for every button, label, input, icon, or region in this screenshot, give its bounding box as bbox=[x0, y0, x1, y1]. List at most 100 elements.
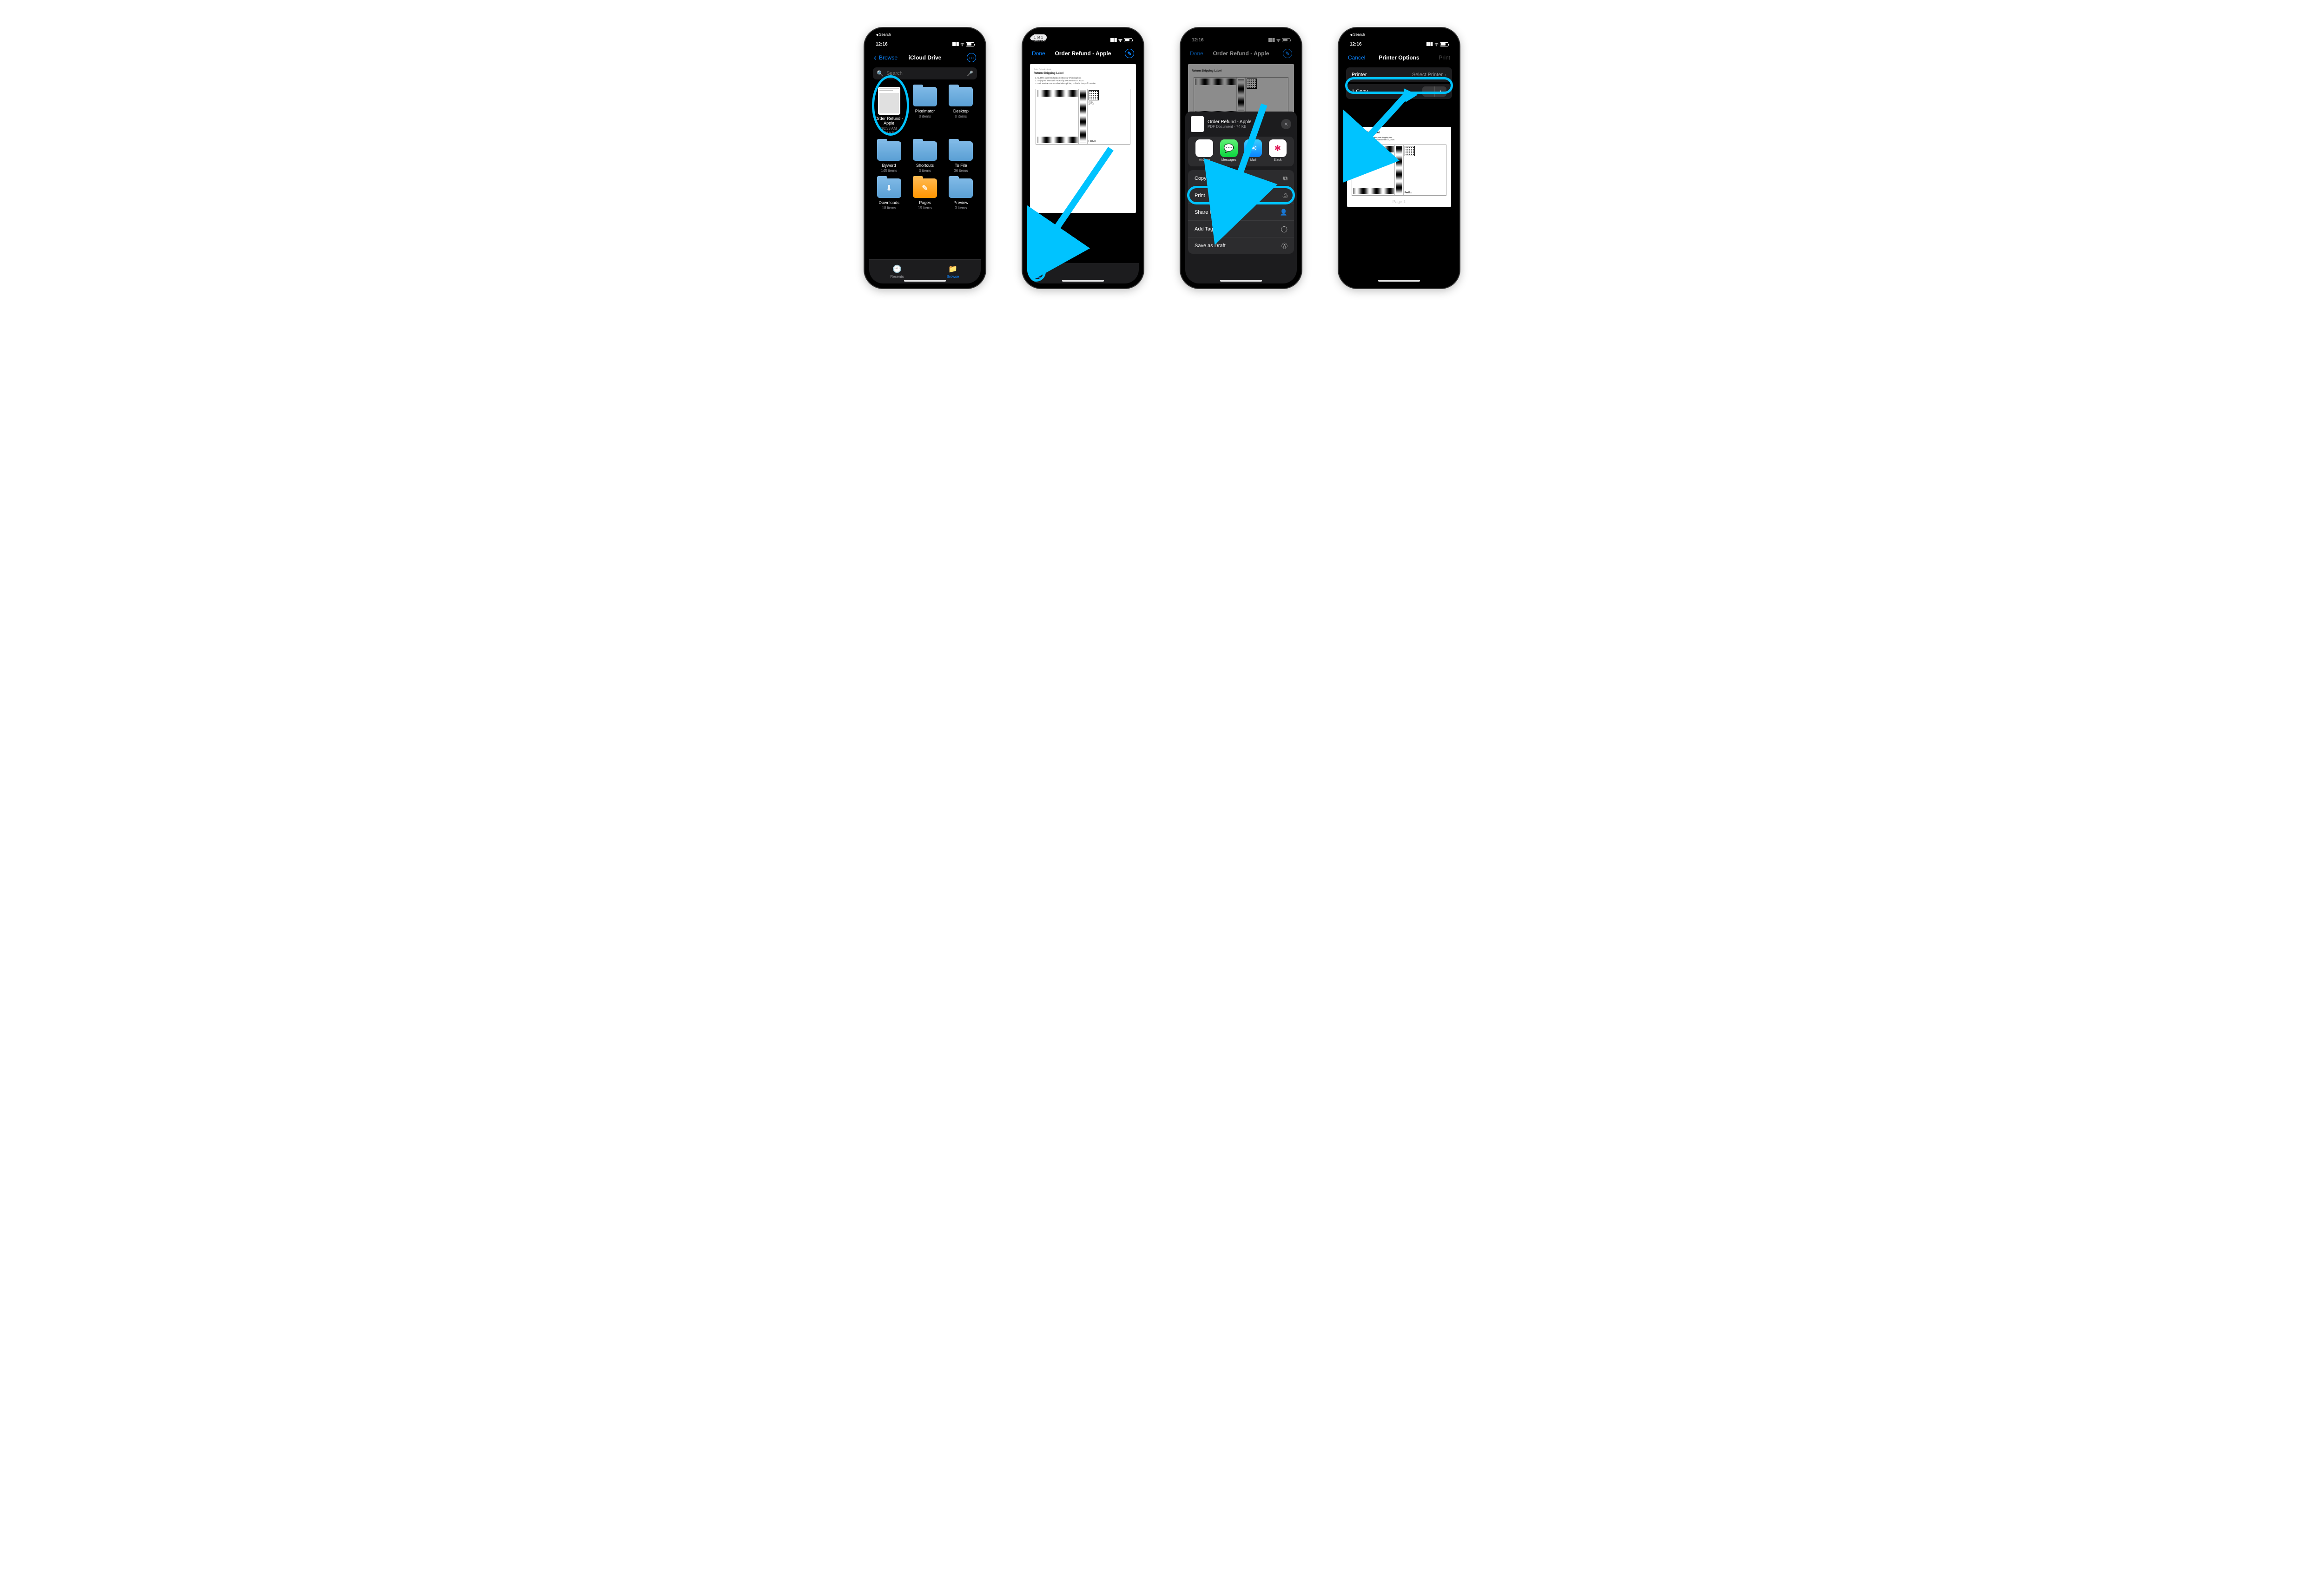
mic-icon[interactable]: 🎤 bbox=[967, 71, 973, 77]
status-bar: 12:16 ᯤ bbox=[1343, 37, 1455, 50]
share-app-slack[interactable]: ✱ Slack bbox=[1268, 139, 1288, 162]
pen-icon: ✎ bbox=[913, 178, 937, 198]
print-page-label: Page 1 bbox=[1350, 199, 1448, 204]
search-input[interactable] bbox=[886, 71, 964, 76]
folder-preview[interactable]: Preview 3 items bbox=[943, 177, 979, 212]
document-icon bbox=[878, 87, 900, 115]
qr-icon bbox=[1089, 90, 1099, 100]
phone-3: 12:16 ᯤ Done Order Refund - Apple ✎ Retu… bbox=[1181, 28, 1301, 288]
signal-icon bbox=[1268, 38, 1275, 42]
folder-byword[interactable]: Byword 145 items bbox=[871, 139, 907, 175]
search-icon: 🔍 bbox=[877, 70, 884, 77]
document-viewer[interactable]: 1 of 1 Order Refund - Apple Return Shipp… bbox=[1027, 61, 1139, 263]
file-size: 74 KB bbox=[884, 131, 894, 136]
action-copy[interactable]: Copy ⧉ bbox=[1188, 170, 1294, 187]
home-indicator[interactable] bbox=[1220, 280, 1262, 282]
nav-bar: Browse iCloud Drive ⋯ bbox=[869, 50, 981, 66]
folder-meta: 18 items bbox=[882, 206, 896, 211]
folder-meta: 145 items bbox=[881, 169, 897, 173]
folder-downloads[interactable]: ⬇ Downloads 18 items bbox=[871, 177, 907, 212]
airdrop-icon: ◎ bbox=[1195, 139, 1213, 157]
folder-meta: 0 items bbox=[919, 169, 931, 173]
messages-icon: 💬 bbox=[1220, 139, 1238, 157]
folder-icon bbox=[949, 178, 973, 198]
stepper-plus[interactable]: + bbox=[1434, 86, 1446, 97]
share-app-airdrop[interactable]: ◎ AirDrop bbox=[1195, 139, 1215, 162]
chevron-right-icon: › bbox=[1445, 72, 1446, 78]
action-print[interactable]: Print ⎙ bbox=[1188, 187, 1294, 204]
mail-icon: ✉ bbox=[1244, 139, 1262, 157]
share-button[interactable] bbox=[1033, 269, 1041, 278]
action-add-tags[interactable]: Add Tags ◯ bbox=[1188, 220, 1294, 237]
markup-button[interactable]: ✎ bbox=[1125, 49, 1134, 58]
share-apps-row[interactable]: ◎ AirDrop 💬 Messages ✉ Mail ✱ Slack bbox=[1188, 137, 1294, 166]
action-label: Copy bbox=[1195, 176, 1207, 181]
home-indicator[interactable] bbox=[904, 280, 946, 282]
battery-icon bbox=[1440, 42, 1448, 46]
stepper-minus[interactable]: − bbox=[1422, 86, 1434, 97]
folder-shortcuts[interactable]: Shortcuts 0 items bbox=[907, 139, 943, 175]
share-app-mail[interactable]: ✉ Mail bbox=[1243, 139, 1263, 162]
folder-name: To File bbox=[955, 164, 967, 168]
back-button[interactable]: Browse bbox=[874, 54, 898, 61]
folder-icon bbox=[949, 141, 973, 161]
barcode-icon bbox=[1037, 137, 1077, 143]
folder-desktop[interactable]: Desktop 0 items bbox=[943, 85, 979, 138]
action-label: Share File in iCloud bbox=[1195, 210, 1239, 215]
copies-stepper[interactable]: − + bbox=[1422, 86, 1446, 97]
home-indicator[interactable] bbox=[1378, 280, 1420, 282]
app-label: AirDrop bbox=[1199, 158, 1210, 162]
printer-value: Select Printer bbox=[1412, 72, 1443, 78]
barcode-icon bbox=[1037, 90, 1077, 97]
tag-icon: ◯ bbox=[1281, 225, 1287, 233]
download-icon: ⬇ bbox=[877, 178, 901, 198]
folder-icon: 📁 bbox=[948, 264, 957, 274]
home-indicator[interactable] bbox=[1062, 280, 1104, 282]
doc-heading: Return Shipping Label bbox=[1350, 132, 1448, 135]
action-save-draft[interactable]: Save as Draft Ⓦ bbox=[1188, 237, 1294, 254]
share-app-messages[interactable]: 💬 Messages bbox=[1219, 139, 1239, 162]
document-preview-screen: 12:16 ᯤ Done Order Refund - Apple ✎ 1 of… bbox=[1027, 33, 1139, 283]
folder-name: Pages bbox=[919, 201, 931, 205]
tab-label: Recents bbox=[890, 275, 904, 279]
file-item-order-refund[interactable]: Order Refund - Apple 10:33 AM 74 KB bbox=[871, 85, 907, 138]
status-time: 12:16 bbox=[1192, 38, 1204, 43]
print-preview[interactable]: Return Shipping Label Cut this label and… bbox=[1347, 127, 1451, 207]
barcode-icon bbox=[1080, 90, 1086, 143]
phone-2: 12:16 ᯤ Done Order Refund - Apple ✎ 1 of… bbox=[1023, 28, 1143, 288]
action-label: Add Tags bbox=[1195, 226, 1216, 232]
printer-row[interactable]: Printer Select Printer › bbox=[1346, 67, 1452, 82]
close-button[interactable]: ✕ bbox=[1281, 119, 1291, 129]
sheet-header: Order Refund - Apple PDF Document · 74 K… bbox=[1185, 112, 1297, 137]
person-icon: 👤 bbox=[1280, 209, 1287, 216]
search-bar[interactable]: 🔍 🎤 bbox=[873, 67, 977, 79]
doc-heading: Return Shipping Label bbox=[1192, 70, 1290, 73]
printer-options-screen: Search 12:16 ᯤ Cancel Printer Options Pr… bbox=[1343, 33, 1455, 283]
done-button[interactable]: Done bbox=[1190, 50, 1203, 57]
clock-icon: 🕘 bbox=[892, 264, 902, 274]
doc-heading: Return Shipping Label bbox=[1034, 72, 1132, 76]
signal-icon bbox=[1426, 42, 1433, 46]
print-icon: ⎙ bbox=[1283, 192, 1287, 199]
done-button[interactable]: Done bbox=[1032, 50, 1045, 57]
folder-icon bbox=[913, 141, 937, 161]
nav-bar: Done Order Refund - Apple ✎ bbox=[1185, 46, 1297, 61]
action-share-icloud[interactable]: Share File in iCloud 👤 bbox=[1188, 204, 1294, 220]
phone-1: Search 12:16 ᯤ Browse iCloud Drive ⋯ 🔍 🎤 bbox=[865, 28, 985, 288]
copies-label: 1 Copy bbox=[1352, 89, 1368, 94]
folder-tofile[interactable]: To File 36 items bbox=[943, 139, 979, 175]
status-bar: 12:16 ᯤ bbox=[869, 37, 981, 50]
markup-button[interactable]: ✎ bbox=[1283, 49, 1292, 58]
folder-pages[interactable]: ✎ Pages 19 items bbox=[907, 177, 943, 212]
folder-name: Downloads bbox=[878, 201, 899, 205]
more-button[interactable]: ⋯ bbox=[967, 53, 976, 62]
print-button: Print bbox=[1439, 54, 1450, 61]
wordpress-icon: Ⓦ bbox=[1281, 241, 1287, 250]
folder-icon: ⬇ bbox=[877, 178, 901, 198]
cancel-button[interactable]: Cancel bbox=[1348, 54, 1365, 61]
tab-label: Browse bbox=[947, 275, 959, 279]
battery-icon bbox=[966, 42, 974, 46]
folder-meta: 0 items bbox=[955, 114, 967, 119]
share-actions: Copy ⧉ Print ⎙ Share File in iCloud 👤 Ad… bbox=[1188, 170, 1294, 254]
folder-pixelmator[interactable]: Pixelmator 0 items bbox=[907, 85, 943, 138]
